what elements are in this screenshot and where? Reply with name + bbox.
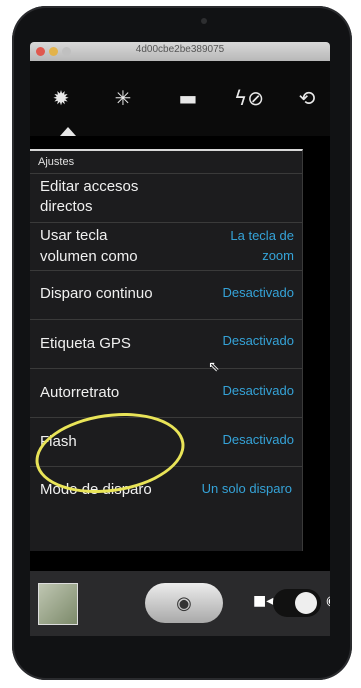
window-title: 4d00cbe2be389075 [135, 44, 225, 55]
camera-toolbar: ✹ ✳ ▬ ϟ⊘ ⟲ [30, 61, 330, 136]
setting-value: Un solo disparo [201, 481, 292, 496]
setting-label: Autorretrato [40, 384, 120, 401]
gallery-thumbnail[interactable] [38, 583, 78, 625]
setting-label: Disparo continuo [40, 285, 153, 302]
settings-gear-icon[interactable]: ✹ [44, 83, 78, 113]
setting-value: Desactivado [222, 432, 294, 447]
setting-label: volumen como [40, 248, 138, 265]
camera-mode-icon[interactable]: ◉ [326, 593, 330, 609]
setting-value: Desactivado [222, 383, 294, 398]
setting-row-volume-key[interactable]: Usar tecla volumen como La tecla de zoom [30, 223, 302, 271]
switch-camera-icon[interactable]: ⟲ [290, 83, 324, 113]
setting-value: La tecla de [230, 228, 294, 243]
setting-row-edit-shortcuts[interactable]: Editar accesos directos [30, 174, 302, 223]
setting-row-gps-tag[interactable]: Etiqueta GPS Desactivado [30, 320, 302, 369]
shutter-button[interactable]: ◉ [145, 583, 223, 623]
mouse-cursor-icon: ⇖ [208, 359, 220, 375]
camera-bottom-bar: ◉ ■◂ ◉ [30, 571, 330, 636]
setting-value: zoom [262, 248, 294, 263]
panel-pointer [60, 127, 76, 136]
panel-title: Ajustes [30, 151, 302, 174]
speaker-dot [201, 18, 207, 24]
setting-value: Desactivado [222, 285, 294, 300]
setting-label: Etiqueta GPS [40, 335, 131, 352]
camera-screen: ✹ ✳ ▬ ϟ⊘ ⟲ Ajustes Editar accesos direct… [30, 61, 330, 636]
setting-row-continuous-shot[interactable]: Disparo continuo Desactivado [30, 271, 302, 320]
flash-off-icon[interactable]: ϟ⊘ [232, 83, 266, 113]
camera-video-mode-toggle[interactable] [273, 589, 321, 617]
screen-rect-icon[interactable]: ▬ [171, 83, 205, 113]
setting-value: Desactivado [222, 333, 294, 348]
window-titlebar: 4d00cbe2be389075 [30, 42, 330, 61]
setting-label: Usar tecla [40, 227, 108, 244]
camera-icon: ◉ [176, 592, 192, 614]
settings-panel: Ajustes Editar accesos directos Usar tec… [30, 149, 303, 551]
toggle-knob [295, 592, 317, 614]
video-camera-icon[interactable]: ■◂ [253, 593, 273, 609]
setting-label: directos [40, 198, 93, 215]
effects-sparkle-icon[interactable]: ✳ [106, 83, 140, 113]
setting-row-self-portrait[interactable]: Autorretrato Desactivado [30, 369, 302, 418]
setting-label: Editar accesos [40, 178, 139, 195]
